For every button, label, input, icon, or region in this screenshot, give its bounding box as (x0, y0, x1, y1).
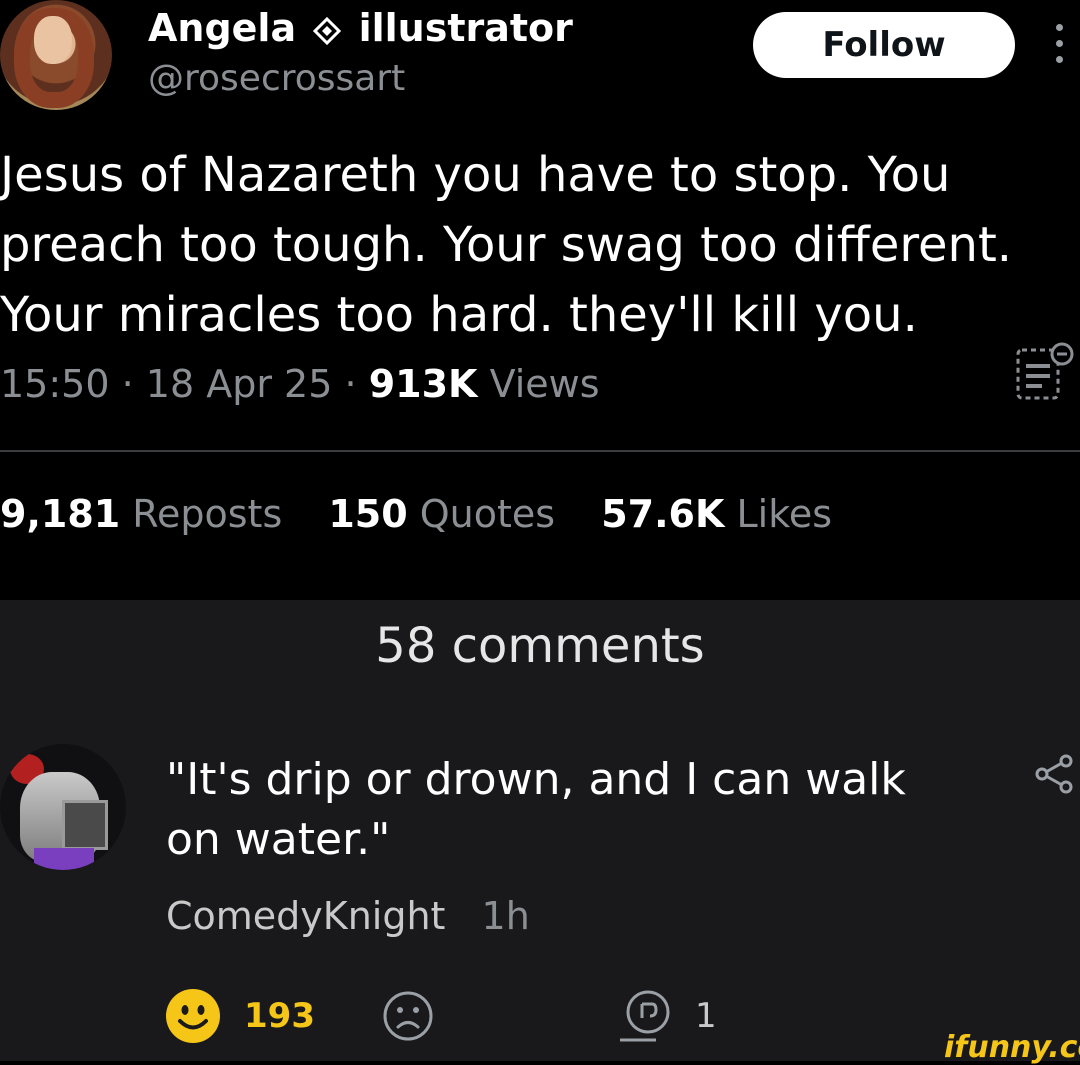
share-icon[interactable] (1034, 754, 1074, 794)
author-display-name: Angela (148, 6, 297, 50)
comment-text: "It's drip or drown, and I can walk on w… (166, 754, 906, 865)
post-analytics-icon[interactable] (1012, 340, 1076, 404)
tweet-date: 18 Apr 25 (145, 362, 333, 406)
commenter-avatar[interactable] (0, 744, 126, 870)
more-options-icon[interactable] (1052, 24, 1066, 68)
likes-count: 57.6K (601, 492, 725, 536)
tweet-meta: 15:50 · 18 Apr 25 · 913K Views (0, 362, 600, 406)
comment-author[interactable]: ComedyKnight (166, 894, 445, 938)
author-avatar[interactable] (0, 0, 112, 110)
reposts-label: Reposts (132, 492, 283, 536)
tweet-time: 15:50 (0, 362, 110, 406)
views-count: 913K (368, 362, 478, 406)
views-label: Views (489, 362, 600, 406)
comments-count-title: 58 comments (375, 618, 705, 674)
reply-count: 1 (695, 996, 717, 1036)
author-handle[interactable]: @rosecrossart (148, 58, 405, 99)
site-watermark: ifunny.co (944, 1030, 1080, 1065)
engagement-stats: 9,181 Reposts 150 Quotes 57.6K Likes (0, 492, 866, 536)
author-name-line[interactable]: Angela illustrator (148, 6, 573, 50)
smile-count: 193 (244, 996, 315, 1036)
comment-time: 1h (481, 894, 530, 938)
author-name-suffix: illustrator (358, 6, 573, 50)
quotes-count: 150 (328, 492, 408, 536)
meta-separator: · (121, 362, 134, 406)
smile-icon[interactable] (165, 988, 221, 1044)
quotes-label: Quotes (419, 492, 556, 536)
reposts-stat[interactable]: 9,181 Reposts (0, 492, 294, 536)
divider (0, 450, 1080, 452)
quotes-stat[interactable]: 150 Quotes (328, 492, 567, 536)
diamond-outline-icon (313, 16, 342, 45)
likes-label: Likes (736, 492, 833, 536)
reply-icon[interactable] (618, 986, 682, 1044)
tweet-text: Jesus of Nazareth you have to stop. You … (0, 147, 1013, 343)
reposts-count: 9,181 (0, 492, 121, 536)
comment-meta: ComedyKnight 1h (166, 894, 530, 938)
follow-button[interactable]: Follow (753, 12, 1015, 78)
meta-separator: · (344, 362, 357, 406)
frown-icon[interactable] (382, 990, 434, 1042)
likes-stat[interactable]: 57.6K Likes (601, 492, 832, 536)
